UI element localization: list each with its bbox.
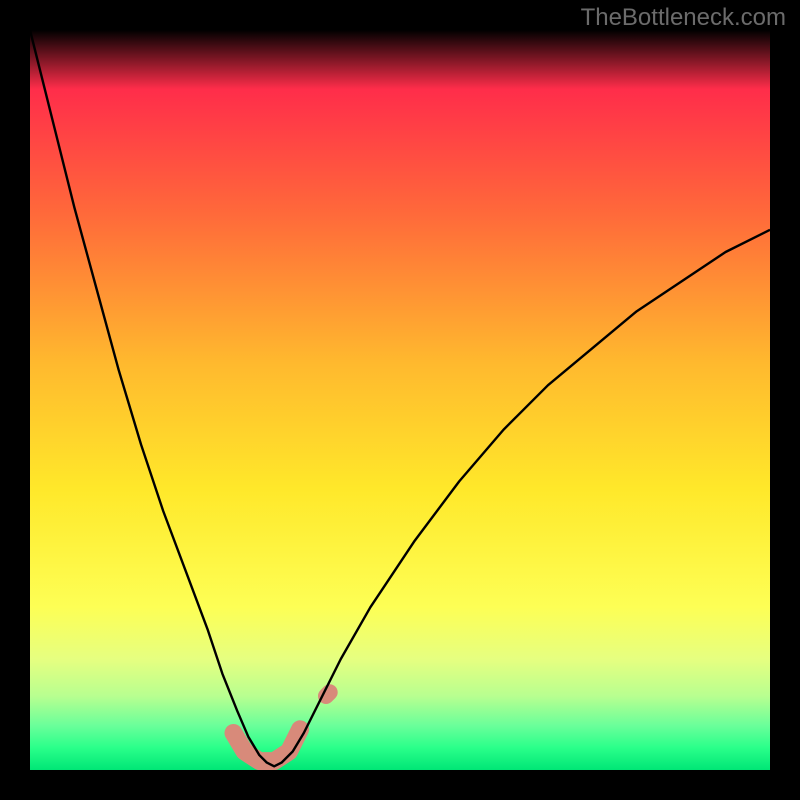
chart-frame: TheBottleneck.com xyxy=(0,0,800,800)
watermark-text: TheBottleneck.com xyxy=(581,4,786,32)
gradient-background xyxy=(30,30,770,770)
chart-svg xyxy=(30,30,770,770)
series-marker-dot xyxy=(326,692,330,696)
plot-area xyxy=(30,30,770,770)
